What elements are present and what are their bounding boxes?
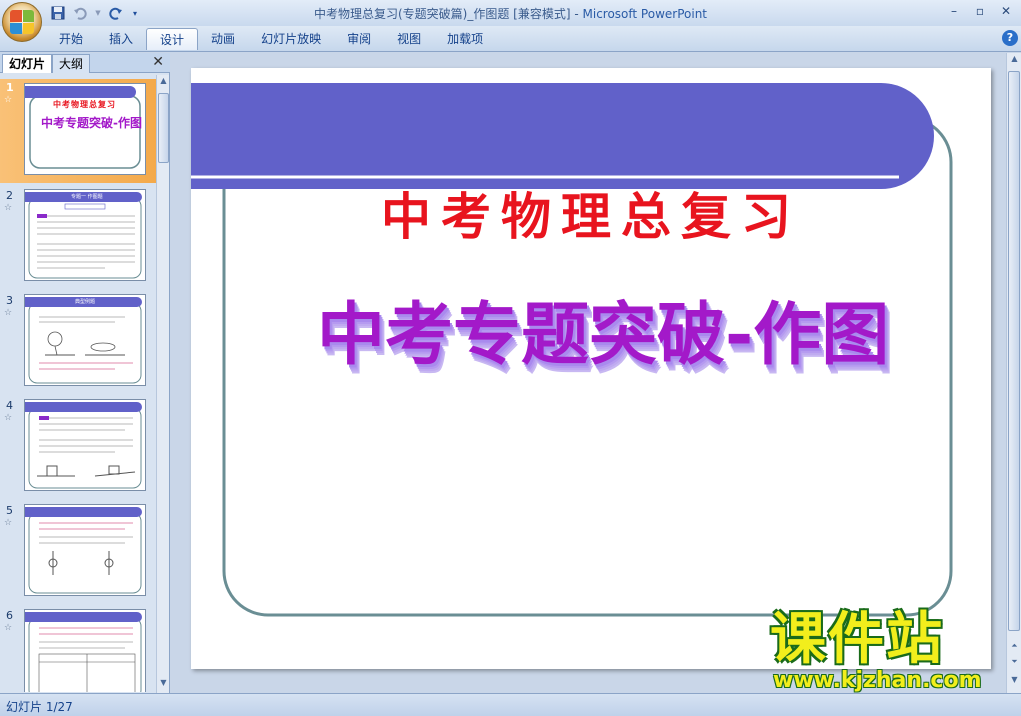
transition-star-icon: ☆ [4,203,13,213]
next-slide-icon[interactable]: ⏷ [1008,657,1021,671]
thumbnail-title: 中考专题突破-作图 [41,116,142,130]
thumbnail-header: 专题一 作图题 [71,194,103,200]
restore-button[interactable]: ▫ [969,2,991,20]
tab-addins[interactable]: 加载项 [434,28,496,50]
document-title: 中考物理总复习(专题突破篇)_作图题 [兼容模式] - [313,7,583,21]
slide-title: 中考专题突破-作图 [317,296,889,375]
scrollbar-thumb[interactable] [1008,71,1020,631]
title-banner [191,83,934,189]
office-logo-icon [10,10,34,34]
transition-star-icon: ☆ [4,308,13,318]
thumbnail-header: 典型例题 [75,299,96,305]
transition-star-icon: ☆ [4,95,13,105]
tab-insert[interactable]: 插入 [96,28,146,50]
thumbnail-slide-5[interactable]: 5 ☆ [0,502,156,602]
thumbnail-slide-3[interactable]: 3 ☆ 典型例题 [0,292,156,392]
tab-animations[interactable]: 动画 [198,28,248,50]
thumbnail-image: 中考物理总复习 中考专题突破-作图 [24,83,146,175]
transition-star-icon: ☆ [4,518,13,528]
slides-pane: 幻灯片 大纲 ✕ 1 ☆ 中考物理总复习 中考专题突破-作图 2 ☆ 专题一 作… [0,53,170,693]
thumbnail-image [24,609,146,692]
thumbnail-slide-6[interactable]: 6 ☆ [0,607,156,692]
slide-counter: 幻灯片 1/27 [6,700,73,714]
scrollbar-thumb[interactable] [158,93,169,163]
slide-canvas: 中考物理总复习 中考专题突破-作图 中考专题突破-作图 中考专题突破-作图 中考… [191,83,953,617]
thumbnail-image: 专题一 作图题 [24,189,146,281]
scroll-up-icon[interactable]: ▲ [157,76,170,90]
thumbnail-image [24,504,146,596]
transition-star-icon: ☆ [4,413,13,423]
thumbnail-number: 4 [6,399,13,412]
app-name: Microsoft PowerPoint [582,7,708,21]
current-slide[interactable]: 中考物理总复习 中考专题突破-作图 中考专题突破-作图 中考专题突破-作图 中考… [191,68,991,669]
thumbnail-slide-1[interactable]: 1 ☆ 中考物理总复习 中考专题突破-作图 [0,79,156,183]
slide-subtitle: 中考物理总复习 [381,187,801,246]
tab-review[interactable]: 审阅 [334,28,384,50]
transition-star-icon: ☆ [4,623,13,633]
thumbnail-image: 典型例题 [24,294,146,386]
office-button[interactable] [2,2,42,42]
thumbnail-number: 5 [6,504,13,517]
thumbnail-scrollbar[interactable]: ▲ ▼ [156,75,169,693]
scroll-up-icon[interactable]: ▲ [1008,54,1021,68]
ribbon: 开始 插入 设计 动画 幻灯片放映 审阅 视图 加载项 ? [0,26,1021,52]
status-bar: 幻灯片 1/27 [0,693,1021,716]
thumbnail-image [24,399,146,491]
close-pane-icon[interactable]: ✕ [152,54,164,70]
thumbnail-number: 2 [6,189,13,202]
thumbnail-slide-2[interactable]: 2 ☆ 专题一 作图题 [0,187,156,287]
tab-design[interactable]: 设计 [146,28,199,50]
scroll-down-icon[interactable]: ▼ [1008,675,1021,689]
previous-slide-icon[interactable]: ⏶ [1008,641,1021,655]
thumbnail-subtitle: 中考物理总复习 [53,99,116,109]
tab-outline[interactable]: 大纲 [52,54,91,73]
minimize-button[interactable]: – [943,2,965,20]
thumbnail-number: 6 [6,609,13,622]
watermark-url: www.kjzhan.com [773,668,982,693]
slide-scrollbar[interactable]: ▲ ⏶ ⏷ ▼ [1006,53,1021,693]
thumbnail-slide-4[interactable]: 4 ☆ [0,397,156,497]
ribbon-tabs: 开始 插入 设计 动画 幻灯片放映 审阅 视图 加载项 [46,28,496,50]
title-bar: ▼ ▾ 中考物理总复习(专题突破篇)_作图题 [兼容模式] - Microsof… [0,0,1021,26]
tab-home[interactable]: 开始 [46,28,96,50]
window-title: 中考物理总复习(专题突破篇)_作图题 [兼容模式] - Microsoft Po… [0,5,1021,22]
help-icon[interactable]: ? [1002,30,1018,46]
pane-tabs: 幻灯片 大纲 ✕ [0,53,170,73]
tab-slideshow[interactable]: 幻灯片放映 [248,28,334,50]
scroll-down-icon[interactable]: ▼ [157,678,170,692]
thumbnail-number: 1 [6,81,14,94]
thumbnail-list: 1 ☆ 中考物理总复习 中考专题突破-作图 2 ☆ 专题一 作图题 3 ☆ 典型… [0,77,156,692]
thumbnail-number: 3 [6,294,13,307]
tab-slides[interactable]: 幻灯片 [2,54,53,73]
watermark-brand: 课件站 [770,607,944,672]
tab-view[interactable]: 视图 [384,28,434,50]
close-button[interactable]: ✕ [995,2,1017,20]
window-controls: – ▫ ✕ [943,2,1017,20]
